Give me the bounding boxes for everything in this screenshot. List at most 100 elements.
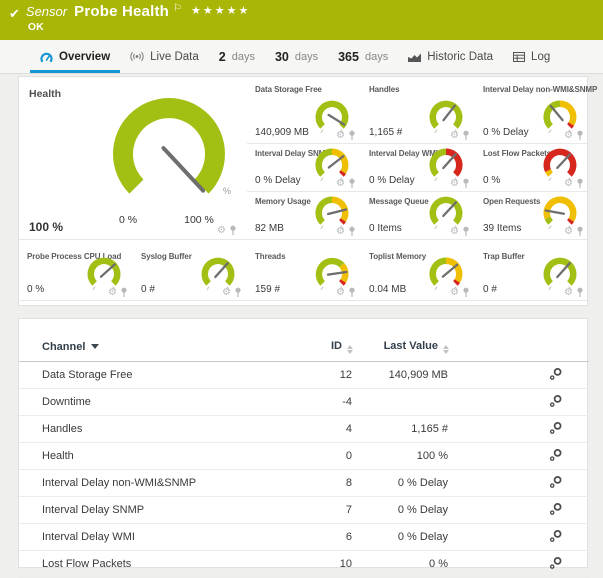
gauge-title: Handles (369, 85, 399, 94)
gauge-title: Syslog Buffer (141, 252, 192, 261)
channel-settings-button[interactable] (549, 556, 563, 570)
gauge-actions: ⚙ (564, 178, 584, 189)
table-row-interval-delay-non-wmi-snmp[interactable]: Interval Delay non-WMI&SNMP80 % Delay (19, 470, 589, 497)
channel-settings-button[interactable] (549, 421, 563, 435)
gauge-cell-memory-usage[interactable]: Memory Usage82 MB⚙ (247, 192, 361, 240)
gear-icon[interactable]: ⚙ (108, 288, 117, 298)
gauge-value: 0 % Delay (483, 127, 529, 138)
pin-icon[interactable] (348, 226, 356, 237)
gauge-actions: ⚙ (564, 226, 584, 237)
tab-30-days[interactable]: 30days (265, 40, 328, 73)
pin-icon[interactable] (462, 178, 470, 189)
gauge-cell-lost-flow-packets[interactable]: Lost Flow Packets0 %⚙ (475, 144, 589, 192)
pin-icon[interactable] (462, 130, 470, 141)
gauge-title: Threads (255, 252, 285, 261)
channel-settings-button[interactable] (549, 394, 563, 408)
gear-icon[interactable]: ⚙ (450, 131, 459, 141)
gear-icon[interactable]: ⚙ (564, 179, 573, 189)
table-row-handles[interactable]: Handles41,165 # (19, 416, 589, 443)
tab-log[interactable]: Log (503, 40, 560, 73)
channel-settings-button[interactable] (549, 502, 563, 516)
gauge-cell-toplist-memory[interactable]: Toplist Memory 0.04 MB ⚙ (361, 247, 475, 301)
channel-settings-icon (549, 502, 563, 516)
gear-icon[interactable]: ⚙ (336, 131, 345, 141)
pin-icon[interactable] (348, 130, 356, 141)
cell-last-value: 0 % (353, 551, 449, 578)
gauge-title: Interval Delay non-WMI&SNMP (483, 85, 597, 94)
table-row-downtime[interactable]: Downtime-4 (19, 389, 589, 416)
channel-settings-icon (549, 421, 563, 435)
pin-icon[interactable] (576, 130, 584, 141)
cell-channel: Handles (19, 416, 289, 443)
tab-live-data[interactable]: Live Data (120, 40, 209, 73)
table-row-interval-delay-snmp[interactable]: Interval Delay SNMP70 % Delay (19, 497, 589, 524)
priority-stars[interactable]: ★★★★★ (191, 4, 250, 17)
live-data-icon (130, 51, 144, 62)
table-row-data-storage-free[interactable]: Data Storage Free12140,909 MB (19, 362, 589, 389)
gear-icon[interactable]: ⚙ (222, 288, 231, 298)
gauge-cell-interval-delay-non-wmi-snmp[interactable]: Interval Delay non-WMI&SNMP0 % Delay⚙ (475, 80, 589, 144)
tab-365-days[interactable]: 365days (328, 40, 398, 73)
pin-icon (462, 178, 470, 189)
channel-settings-button[interactable] (549, 367, 563, 381)
pin-icon[interactable] (576, 178, 584, 189)
gear-icon[interactable]: ⚙ (336, 227, 345, 237)
column-header-id[interactable]: ID (289, 340, 353, 362)
gauge-value: 82 MB (255, 223, 284, 234)
pin-icon[interactable] (462, 287, 470, 298)
gauge-cell-interval-delay-snmp[interactable]: Interval Delay SNMP0 % Delay⚙ (247, 144, 361, 192)
channel-settings-button[interactable] (549, 529, 563, 543)
table-row-lost-flow-packets[interactable]: Lost Flow Packets100 % (19, 551, 589, 578)
gear-icon[interactable]: ⚙ (564, 131, 573, 141)
table-row-interval-delay-wmi[interactable]: Interval Delay WMI60 % Delay (19, 524, 589, 551)
gauge-title: Message Queue (369, 197, 429, 206)
gauge-cell-syslog-buffer[interactable]: Syslog Buffer0 #⚙ (133, 247, 247, 301)
gauge-title: Toplist Memory (369, 252, 426, 261)
pin-icon[interactable] (576, 226, 584, 237)
pin-icon[interactable] (120, 287, 128, 298)
gear-icon[interactable]: ⚙ (336, 288, 345, 298)
channel-settings-button[interactable] (549, 448, 563, 462)
gauge-icon (40, 51, 53, 62)
gear-icon[interactable]: ⚙ (450, 179, 459, 189)
pin-icon[interactable] (576, 287, 584, 298)
column-header-channel[interactable]: Channel (19, 340, 289, 362)
tab-bar: OverviewLive Data2days30days365daysHisto… (0, 40, 603, 74)
gauge-cell-trap-buffer[interactable]: Trap Buffer0 #⚙ (475, 247, 589, 301)
pin-icon[interactable] (462, 226, 470, 237)
gauge-cell-health[interactable]: Health % 0 % 100 % 100 % ⚙ (19, 80, 247, 240)
gear-icon[interactable]: ⚙ (217, 226, 226, 236)
pin-icon (576, 287, 584, 298)
gauge-cell-data-storage-free[interactable]: Data Storage Free140,909 MB⚙ (247, 80, 361, 144)
pin-icon[interactable] (229, 225, 237, 236)
flag-icon[interactable]: ⚐ (173, 3, 182, 14)
gauge-cell-message-queue[interactable]: Message Queue0 Items⚙ (361, 192, 475, 240)
gauge-cell-probe-process-cpu-load[interactable]: Probe Process CPU Load0 %⚙ (19, 247, 133, 301)
gauge-cell-open-requests[interactable]: Open Requests39 Items⚙ (475, 192, 589, 240)
gear-icon[interactable]: ⚙ (450, 227, 459, 237)
pin-icon (576, 130, 584, 141)
pin-icon (348, 178, 356, 189)
column-header-last-value[interactable]: Last Value (353, 340, 449, 362)
gauge-value: 0.04 MB (369, 284, 406, 295)
gear-icon[interactable]: ⚙ (450, 288, 459, 298)
tab-historic-data[interactable]: Historic Data (398, 40, 503, 73)
tab-overview[interactable]: Overview (30, 40, 120, 73)
pin-icon (348, 287, 356, 298)
gauge-cell-interval-delay-wmi[interactable]: Interval Delay WMI0 % Delay⚙ (361, 144, 475, 192)
gear-icon[interactable]: ⚙ (564, 227, 573, 237)
gauge-cell-threads[interactable]: Threads159 #⚙ (247, 247, 361, 301)
tab-2-days[interactable]: 2days (209, 40, 265, 73)
channel-settings-button[interactable] (549, 475, 563, 489)
gauge-actions: ⚙ (108, 287, 128, 298)
gear-icon[interactable]: ⚙ (564, 288, 573, 298)
gauge-cell-handles[interactable]: Handles1,165 #⚙ (361, 80, 475, 144)
pin-icon[interactable] (234, 287, 242, 298)
gauge-title: Trap Buffer (483, 252, 525, 261)
pin-icon[interactable] (348, 287, 356, 298)
pin-icon[interactable] (348, 178, 356, 189)
gear-icon[interactable]: ⚙ (336, 179, 345, 189)
gauge-actions: ⚙ (450, 226, 470, 237)
column-label: Last Value (384, 340, 438, 352)
table-row-health[interactable]: Health0100 % (19, 443, 589, 470)
